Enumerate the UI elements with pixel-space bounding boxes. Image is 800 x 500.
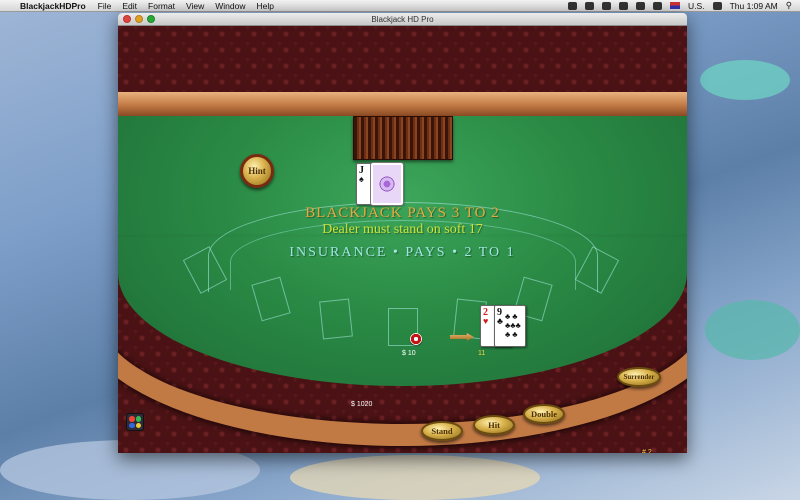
card-shoe (353, 116, 453, 160)
dealer-rule-label: Dealer must stand on soft 17 (322, 222, 483, 237)
card-pips: ♣ ♣ ♣♣♣ ♣ ♣ (505, 312, 521, 339)
us-flag-icon[interactable] (670, 2, 681, 9)
player-card: 9 ♣ ♣ ♣ ♣♣♣ ♣ ♣ (494, 305, 526, 347)
hint-button[interactable]: Hint (240, 154, 274, 188)
menu-dot (135, 416, 141, 422)
menu-file[interactable]: File (98, 1, 112, 11)
desktop-wallpaper (290, 455, 540, 500)
card-suit: ♠ (359, 174, 364, 184)
desktop-wallpaper (705, 300, 800, 360)
table-top-rail (118, 92, 687, 116)
window-title: Blackjack HD Pro (371, 15, 434, 24)
hand-number: # 2 (642, 449, 652, 453)
minimize-window-button[interactable] (135, 15, 143, 23)
card-suit: ♣ (497, 316, 503, 326)
bet-chip[interactable] (410, 333, 422, 345)
wifi-icon[interactable] (636, 1, 646, 10)
menu-dot (129, 422, 135, 428)
stand-button[interactable]: Stand (421, 421, 463, 441)
volume-icon[interactable] (653, 1, 663, 10)
battery-icon[interactable] (585, 1, 595, 10)
app-menu[interactable]: BlackjackHDPro (20, 1, 86, 11)
menu-help[interactable]: Help (256, 1, 273, 11)
card-back-pattern (377, 171, 397, 197)
game-window: Blackjack HD Pro Hint BLACKJACK PAYS 3 T… (118, 13, 687, 453)
menu-format[interactable]: Format (148, 1, 175, 11)
menu-window[interactable]: Window (215, 1, 245, 11)
zoom-window-button[interactable] (147, 15, 155, 23)
blackjack-pays-label: BLACKJACK PAYS 3 TO 2 (305, 205, 500, 221)
blackjack-table: Hint BLACKJACK PAYS 3 TO 2 Dealer must s… (118, 26, 687, 453)
menu-dot (135, 422, 141, 428)
display-icon[interactable] (712, 1, 722, 10)
surrender-button[interactable]: Surrender (617, 367, 661, 387)
close-window-button[interactable] (123, 15, 131, 23)
bluetooth-icon[interactable] (602, 1, 612, 10)
game-menu-icon[interactable] (126, 413, 144, 431)
bankroll: $ 1020 (351, 401, 373, 408)
menu-view[interactable]: View (186, 1, 204, 11)
time-machine-icon[interactable] (619, 1, 629, 10)
window-titlebar[interactable]: Blackjack HD Pro (118, 13, 687, 26)
desktop-wallpaper (700, 60, 790, 100)
status-area: U.S. Thu 1:09 AM ⚲ (568, 0, 800, 11)
clock[interactable]: Thu 1:09 AM (730, 1, 778, 11)
bet-amount: $ 10 (402, 350, 416, 357)
input-locale[interactable]: U.S. (688, 1, 705, 11)
hand-total: 11 (478, 350, 486, 357)
double-button[interactable]: Double (523, 404, 565, 424)
dropbox-icon[interactable] (568, 1, 578, 10)
menu-edit[interactable]: Edit (122, 1, 137, 11)
menu-dot (129, 416, 135, 422)
hit-button[interactable]: Hit (473, 415, 515, 435)
spotlight-icon[interactable]: ⚲ (786, 0, 792, 11)
betting-spot[interactable] (319, 298, 353, 340)
menu-bar: BlackjackHDPro File Edit Format View Win… (0, 0, 800, 12)
card-suit: ♥ (483, 316, 489, 326)
dealer-hole-card (370, 162, 404, 206)
